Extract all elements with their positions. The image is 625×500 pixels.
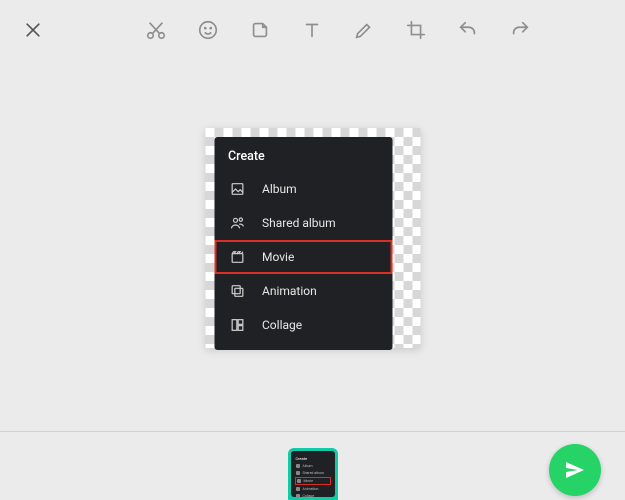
- crop-icon: [405, 19, 427, 41]
- draw-icon: [353, 19, 375, 41]
- menu-item-album[interactable]: Album: [214, 172, 392, 206]
- menu-item-movie[interactable]: Movie: [214, 240, 392, 274]
- cut-button[interactable]: [144, 18, 168, 42]
- menu-item-label: Album: [262, 182, 297, 196]
- menu-item-label: Shared album: [262, 216, 336, 230]
- sticker-button[interactable]: [248, 18, 272, 42]
- undo-icon: [457, 19, 479, 41]
- image-thumbnail[interactable]: Create Album Shared album Movie Animatio…: [288, 448, 338, 500]
- animation-icon: [228, 282, 246, 300]
- redo-icon: [509, 19, 531, 41]
- canvas-area: Create Album Shared album Movie Animatio…: [205, 128, 420, 348]
- redo-button[interactable]: [508, 18, 532, 42]
- create-menu: Create Album Shared album Movie Animatio…: [214, 137, 392, 350]
- crop-button[interactable]: [404, 18, 428, 42]
- menu-item-collage[interactable]: Collage: [214, 308, 392, 342]
- divider: [0, 431, 625, 432]
- create-menu-title: Create: [214, 147, 392, 172]
- emoji-button[interactable]: [196, 18, 220, 42]
- movie-icon: [228, 248, 246, 266]
- menu-item-shared-album[interactable]: Shared album: [214, 206, 392, 240]
- menu-item-label: Collage: [262, 318, 302, 332]
- menu-item-label: Movie: [262, 250, 294, 264]
- top-toolbar: [0, 0, 625, 60]
- menu-item-label: Animation: [262, 284, 317, 298]
- text-button[interactable]: [300, 18, 324, 42]
- sticker-icon: [249, 19, 271, 41]
- close-button[interactable]: [18, 15, 48, 45]
- image-icon: [228, 180, 246, 198]
- shared-album-icon: [228, 214, 246, 232]
- cut-icon: [145, 19, 167, 41]
- emoji-icon: [197, 19, 219, 41]
- draw-button[interactable]: [352, 18, 376, 42]
- edit-tools: [144, 18, 532, 42]
- send-icon: [563, 458, 587, 482]
- send-button[interactable]: [549, 444, 601, 496]
- close-icon: [23, 20, 43, 40]
- text-icon: [301, 19, 323, 41]
- thumbnail-preview: Create Album Shared album Movie Animatio…: [291, 451, 335, 497]
- undo-button[interactable]: [456, 18, 480, 42]
- collage-icon: [228, 316, 246, 334]
- menu-item-animation[interactable]: Animation: [214, 274, 392, 308]
